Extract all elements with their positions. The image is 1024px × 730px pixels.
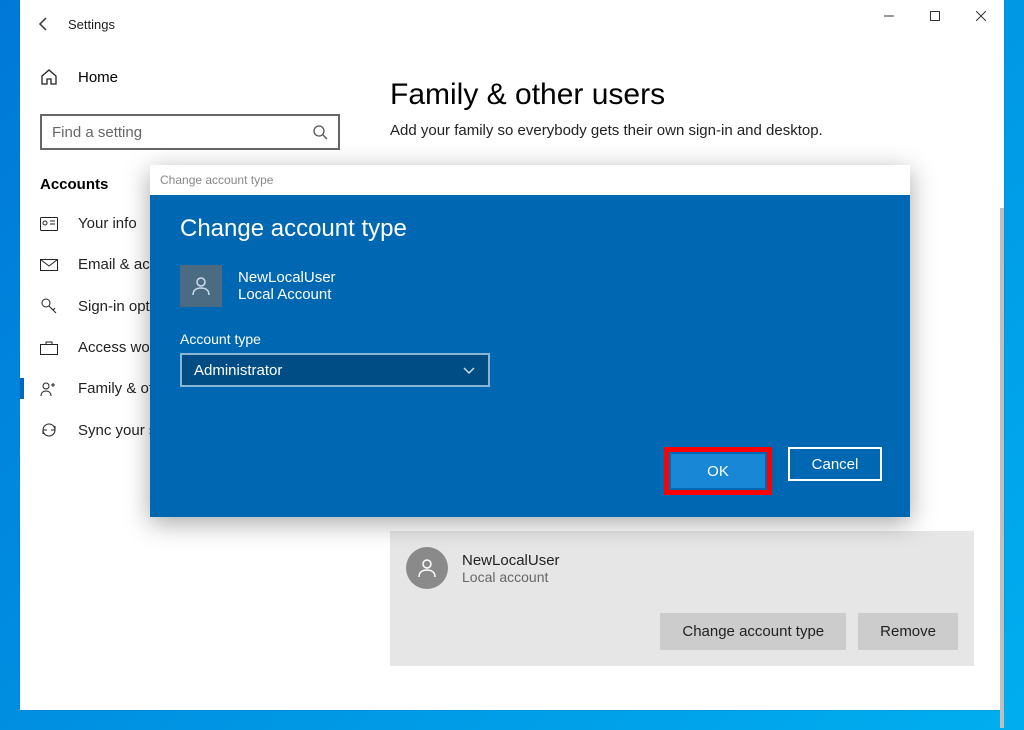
ok-button[interactable]: OK: [671, 454, 765, 488]
change-account-type-button[interactable]: Change account type: [660, 613, 846, 650]
scrollbar[interactable]: [1000, 208, 1004, 728]
maximize-button[interactable]: [912, 0, 958, 32]
window-controls: [866, 0, 1004, 32]
dialog-user-name: NewLocalUser: [238, 269, 336, 286]
id-card-icon: [40, 217, 64, 231]
arrow-left-icon: [36, 16, 52, 32]
window-title: Settings: [68, 17, 115, 32]
dialog-heading: Change account type: [180, 215, 880, 243]
search-placeholder: Find a setting: [52, 124, 142, 141]
key-icon: [40, 297, 64, 315]
avatar: [406, 547, 448, 589]
briefcase-icon: [40, 341, 64, 355]
person-icon: [416, 557, 438, 579]
nav-home[interactable]: Home: [20, 58, 360, 96]
dialog-user-subtitle: Local Account: [238, 286, 336, 303]
close-button[interactable]: [958, 0, 1004, 32]
home-icon: [40, 68, 64, 86]
nav-home-label: Home: [78, 69, 118, 86]
search-icon: [312, 124, 328, 140]
account-type-label: Account type: [180, 331, 880, 347]
dropdown-value: Administrator: [194, 362, 282, 379]
page-title: Family & other users: [390, 78, 974, 112]
nav-label: Your info: [78, 215, 137, 232]
mail-icon: [40, 259, 64, 271]
user-subtitle: Local account: [462, 569, 560, 585]
user-card: NewLocalUser Local account Change accoun…: [390, 531, 974, 666]
sync-icon: [40, 421, 64, 439]
change-account-type-dialog: Change account type Change account type …: [150, 165, 910, 517]
search-input[interactable]: Find a setting: [40, 114, 340, 150]
chevron-down-icon: [462, 363, 476, 377]
remove-button[interactable]: Remove: [858, 613, 958, 650]
dialog-titlebar: Change account type: [150, 165, 910, 195]
back-button[interactable]: [20, 0, 68, 48]
cancel-button[interactable]: Cancel: [788, 447, 882, 481]
person-icon: [190, 275, 212, 297]
highlight-box: OK: [664, 447, 772, 495]
page-description: Add your family so everybody gets their …: [390, 120, 974, 141]
account-type-dropdown[interactable]: Administrator: [180, 353, 490, 387]
user-name: NewLocalUser: [462, 552, 560, 569]
dialog-avatar: [180, 265, 222, 307]
minimize-button[interactable]: [866, 0, 912, 32]
people-icon: [40, 381, 64, 397]
titlebar: Settings: [20, 0, 1004, 48]
